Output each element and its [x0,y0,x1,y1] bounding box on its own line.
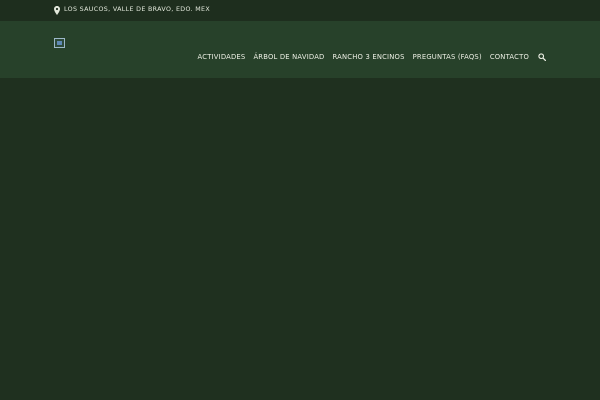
map-pin-icon [54,5,60,15]
nav-item-contacto[interactable]: CONTACTO [490,52,529,62]
nav-item-preguntas-faqs[interactable]: PREGUNTAS (FAQS) [413,52,482,62]
page: LOS SAUCOS, VALLE DE BRAVO, EDO. MEX ACT… [0,0,600,400]
main-content [0,78,600,400]
location-text: LOS SAUCOS, VALLE DE BRAVO, EDO. MEX [64,6,211,13]
site-header: ACTIVIDADES ÁRBOL DE NAVIDAD RANCHO 3 EN… [0,21,600,78]
nav-item-actividades[interactable]: ACTIVIDADES [198,52,246,62]
broken-image-icon [57,41,62,45]
nav-item-arbol-de-navidad[interactable]: ÁRBOL DE NAVIDAD [253,52,324,62]
site-logo[interactable] [54,38,65,48]
top-bar: LOS SAUCOS, VALLE DE BRAVO, EDO. MEX [0,0,600,21]
nav-item-rancho-3-encinos[interactable]: RANCHO 3 ENCINOS [333,52,405,62]
main-nav: ACTIVIDADES ÁRBOL DE NAVIDAD RANCHO 3 EN… [198,52,546,62]
location-info: LOS SAUCOS, VALLE DE BRAVO, EDO. MEX [54,5,210,15]
search-icon[interactable] [538,53,546,61]
